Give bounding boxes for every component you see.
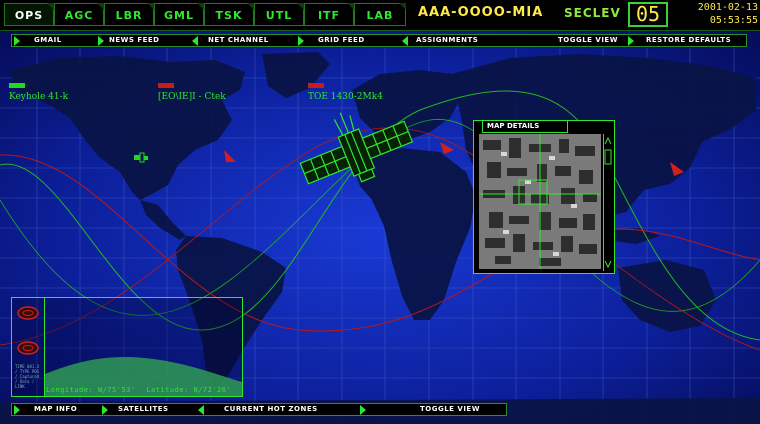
toggle-view-button-bottom[interactable]: TOGGLE VIEW (420, 404, 480, 415)
tab-itf[interactable]: ITF (304, 3, 354, 26)
assignments-button[interactable]: ASSIGNMENTS (416, 35, 478, 46)
toolbar-arrow-icon (192, 36, 198, 46)
time: 05:53:55 (709, 15, 758, 26)
sat-name: TOE 1430-2Mk4 (308, 92, 383, 102)
bottom-toolbar: MAP INFO SATELLITES CURRENT HOT ZONES TO… (11, 403, 507, 416)
net-channel-button[interactable]: NET CHANNEL (208, 35, 269, 46)
tab-utl[interactable]: UTL (254, 3, 304, 26)
tab-lbr[interactable]: LBR (104, 3, 154, 26)
gmail-button[interactable]: GMAIL (34, 35, 62, 46)
latitude-value: N/72'26' (193, 386, 232, 394)
date: 2001-02-13 (697, 2, 758, 13)
sat-label-toe[interactable]: TOE 1430-2Mk4 (308, 83, 383, 102)
top-navigation: OPS AGC LBR GML TSK UTL ITF LAB AAA-OOOO… (0, 0, 760, 31)
toolbar-arrow-icon (198, 405, 204, 415)
toggle-view-button-top[interactable]: TOGGLE VIEW (558, 35, 618, 46)
satellite-image[interactable] (479, 134, 601, 269)
sat-label-keyhole[interactable]: Keyhole 41-k (9, 83, 69, 102)
toolbar-arrow-icon (14, 36, 20, 46)
map-info-button[interactable]: MAP INFO (34, 404, 77, 415)
toolbar-arrow-icon (628, 36, 634, 46)
seclev-label: SECLEV (564, 6, 621, 20)
agent-id: AAA-OOOO-MIA (418, 5, 544, 20)
feed-toolbar: GMAIL NEWS FEED NET CHANNEL GRID FEED AS… (11, 34, 747, 47)
map-details-scrollbar[interactable] (603, 134, 612, 271)
tab-gml[interactable]: GML (154, 3, 204, 26)
toolbar-arrow-icon (360, 405, 366, 415)
sat-thumb-icon[interactable] (17, 341, 39, 355)
toolbar-arrow-icon (298, 36, 304, 46)
tab-agc[interactable]: AGC (54, 3, 104, 26)
info-side-column: TIME 001.3 / TYPE PDG / Captured / Data … (12, 298, 45, 396)
restore-defaults-button[interactable]: RESTORE DEFAULTS (646, 35, 731, 46)
tab-lab[interactable]: LAB (354, 3, 406, 26)
map-info-panel: TIME 001.3 / TYPE PDG / Captured / Data … (11, 297, 243, 397)
seclev-value: 05 (628, 2, 668, 27)
current-hot-zones-button[interactable]: CURRENT HOT ZONES (224, 404, 318, 415)
toe-color-swatch (308, 83, 324, 88)
longitude-label: Longitude: (46, 386, 94, 394)
sat-name: [EO\IE]I - Ctek (158, 92, 226, 102)
datetime: 2001-02-13 05:53:55 (670, 1, 758, 28)
grid-feed-button[interactable]: GRID FEED (318, 35, 365, 46)
tab-ops[interactable]: OPS (4, 3, 54, 26)
map-details-title: MAP DETAILS (482, 120, 568, 133)
coordinates-readout: Longitude: W/75'53' Latitude: N/72'26' (46, 386, 231, 394)
latitude-label: Latitude: (146, 386, 189, 394)
map-details-panel: MAP DETAILS (473, 120, 615, 274)
satellites-button[interactable]: SATELLITES (118, 404, 169, 415)
eoie-color-swatch (158, 83, 174, 88)
toolbar-arrow-icon (102, 405, 108, 415)
toolbar-arrow-icon (98, 36, 104, 46)
sat-label-eoie[interactable]: [EO\IE]I - Ctek (158, 83, 226, 102)
tab-tsk[interactable]: TSK (204, 3, 254, 26)
toolbar-arrow-icon (14, 405, 20, 415)
news-feed-button[interactable]: NEWS FEED (109, 35, 160, 46)
sat-name: Keyhole 41-k (9, 92, 69, 102)
keyhole-color-swatch (9, 83, 25, 88)
info-side-text: TIME 001.3 / TYPE PDG / Captured / Data … (15, 364, 40, 389)
longitude-value: W/75'53' (97, 386, 136, 394)
toolbar-arrow-icon (402, 36, 408, 46)
sat-thumb-icon[interactable] (17, 306, 39, 320)
